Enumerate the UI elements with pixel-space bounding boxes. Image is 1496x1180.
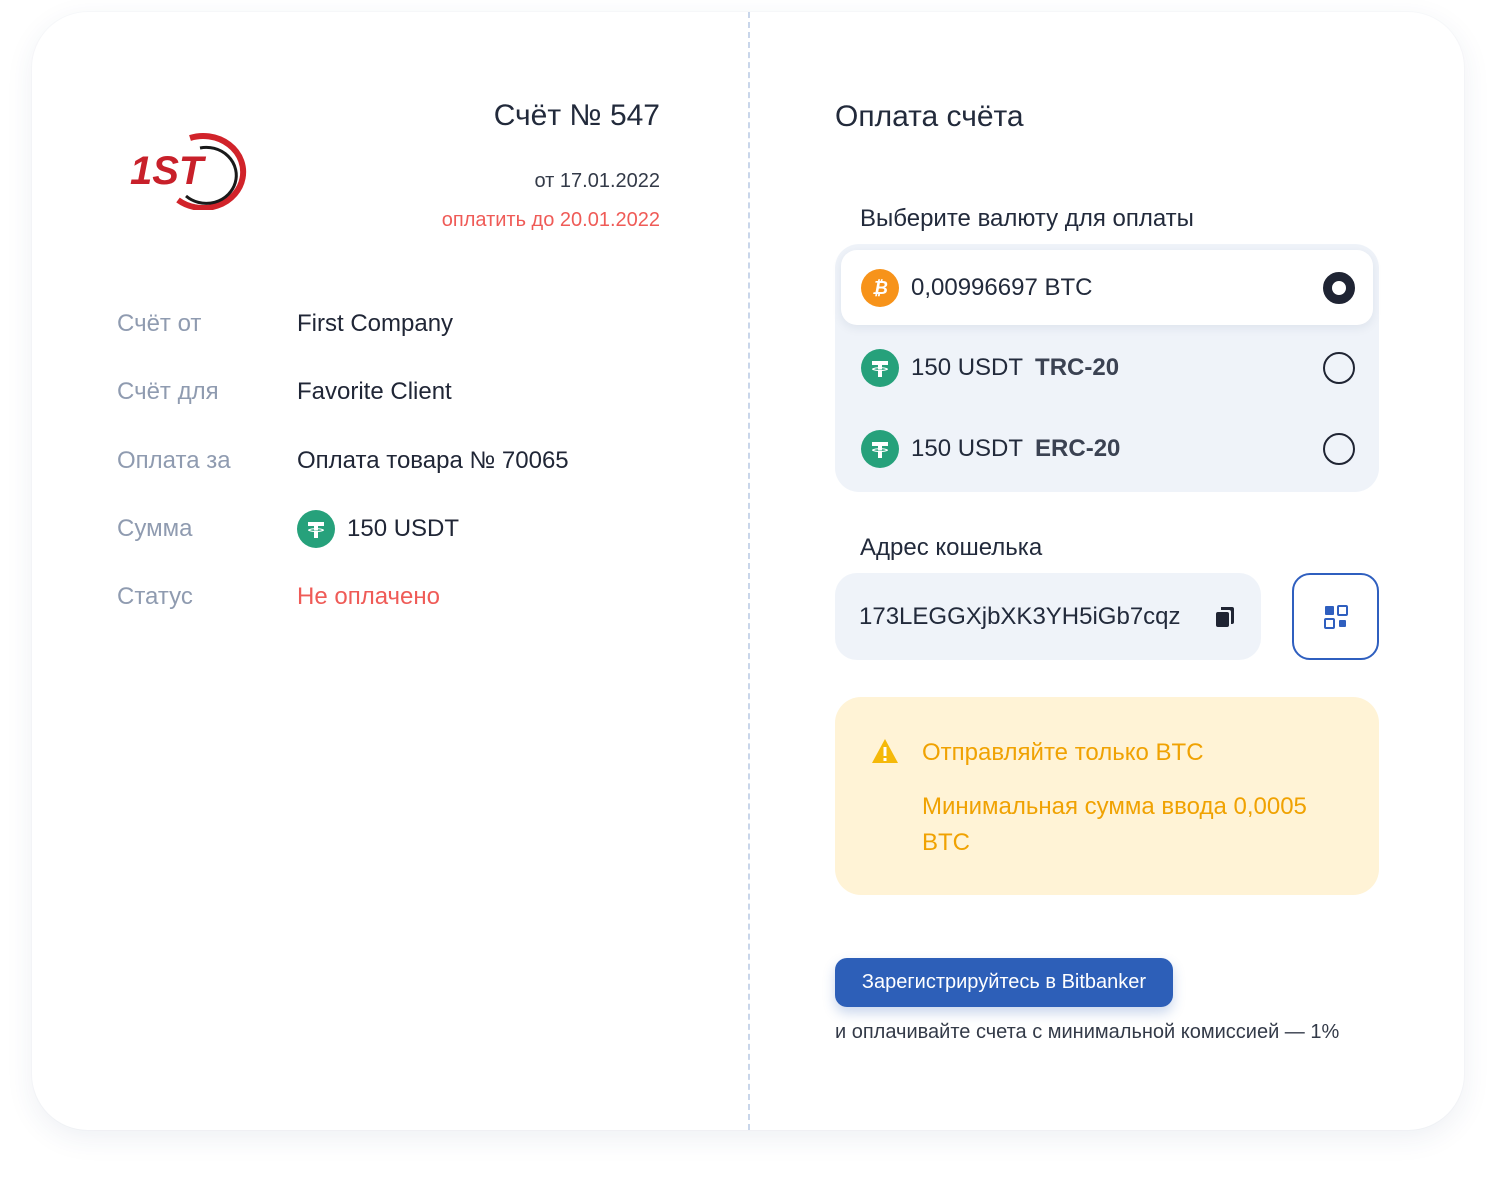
amount-value-row: 150 USDT xyxy=(297,510,459,548)
wallet-address-value[interactable]: 173LEGGXjbXK3YH5iGb7cqz xyxy=(859,603,1213,631)
invoice-due-date: оплатить до 20.01.2022 xyxy=(441,209,660,231)
currency-option-usdt-trc20[interactable]: 150 USDT TRC-20 xyxy=(841,330,1373,405)
radio-unselected[interactable] xyxy=(1323,351,1355,384)
from-label: Счёт от xyxy=(117,310,202,337)
to-label: Счёт для xyxy=(117,378,219,405)
warning-notice: Отправляйте только BTC Минимальная сумма… xyxy=(835,697,1379,895)
invoice-number: Счёт № 547 xyxy=(493,99,660,132)
warning-text-primary: Отправляйте только BTC xyxy=(922,739,1204,766)
currency-selector: ₿ 0,00996697 BTC 150 USDT TRC-20 150 USD… xyxy=(835,244,1379,492)
bitcoin-icon: ₿ xyxy=(861,268,899,307)
wallet-address-label: Адрес кошелька xyxy=(860,534,1043,561)
currency-option-network: TRC-20 xyxy=(1035,353,1120,381)
panel-divider xyxy=(748,12,750,1130)
currency-option-amount: 150 USDT xyxy=(911,434,1024,462)
currency-option-amount: 150 USDT xyxy=(911,353,1024,381)
tether-icon xyxy=(861,348,899,387)
register-bitbanker-button[interactable]: Зарегистрируйтесь в Bitbanker xyxy=(835,958,1173,1007)
currency-option-amount: 0,00996697 BTC xyxy=(911,273,1093,301)
radio-unselected[interactable] xyxy=(1323,432,1355,465)
tether-icon xyxy=(861,429,899,468)
amount-label: Сумма xyxy=(117,515,193,542)
register-note: и оплачивайте счета с минимальной комисс… xyxy=(835,1021,1340,1043)
tether-icon xyxy=(297,510,335,548)
purpose-label: Оплата за xyxy=(117,447,231,474)
from-value: First Company xyxy=(297,310,454,337)
copy-icon[interactable] xyxy=(1213,605,1237,629)
payment-title: Оплата счёта xyxy=(835,100,1024,133)
invoice-date: от 17.01.2022 xyxy=(534,170,661,192)
svg-text:₿: ₿ xyxy=(872,278,888,298)
radio-selected[interactable] xyxy=(1323,271,1355,304)
currency-select-label: Выберите валюту для оплаты xyxy=(860,205,1194,232)
qr-code-icon xyxy=(1323,604,1348,629)
status-label: Статус xyxy=(117,583,193,610)
warning-text-minimum: Минимальная сумма ввода 0,0005 BTC xyxy=(922,793,1307,856)
purpose-value: Оплата товара № 70065 xyxy=(297,447,569,474)
wallet-address-field[interactable]: 173LEGGXjbXK3YH5iGb7cqz xyxy=(835,573,1261,660)
warning-icon xyxy=(872,739,898,763)
qr-code-button[interactable] xyxy=(1292,573,1379,660)
amount-value: 150 USDT xyxy=(347,515,460,542)
svg-text:1ST: 1ST xyxy=(130,149,207,193)
currency-option-btc[interactable]: ₿ 0,00996697 BTC xyxy=(841,250,1373,325)
company-logo: 1ST xyxy=(130,133,247,210)
to-value: Favorite Client xyxy=(297,378,452,405)
currency-option-network: ERC-20 xyxy=(1035,434,1121,462)
status-value: Не оплачено xyxy=(297,583,440,610)
currency-option-usdt-erc20[interactable]: 150 USDT ERC-20 xyxy=(841,411,1373,486)
